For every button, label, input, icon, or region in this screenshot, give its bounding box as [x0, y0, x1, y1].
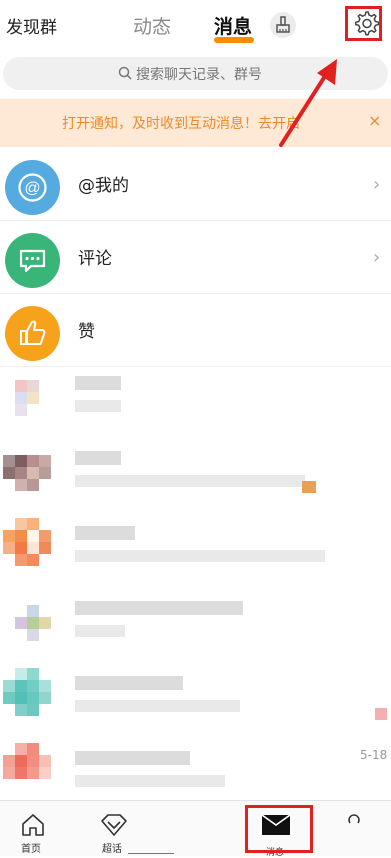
bottom-tab-bar: 首页 超话 消息 — [0, 800, 391, 858]
chevron-right-icon: › — [373, 174, 381, 195]
at-icon-circle: @ — [5, 160, 60, 215]
chat-title-blurred — [75, 376, 121, 390]
likes-row[interactable]: 赞 — [0, 293, 391, 367]
avatar — [3, 518, 63, 576]
chat-title-blurred — [75, 676, 183, 690]
search-placeholder: 搜索聊天记录、群号 — [136, 67, 262, 83]
thumbs-up-icon-circle — [5, 306, 60, 361]
comments-row[interactable]: 评论 › — [0, 220, 391, 294]
discover-groups-link[interactable]: 发现群 — [6, 13, 57, 38]
comment-icon — [19, 249, 46, 273]
tab-dongtai[interactable]: 动态 — [133, 12, 171, 39]
tab-home-label[interactable]: 首页 — [21, 840, 41, 855]
chat-list-item[interactable] — [0, 658, 391, 733]
red-arrow-annotation — [279, 59, 337, 147]
chat-list-item[interactable] — [0, 358, 391, 433]
chat-preview-blurred — [75, 775, 225, 787]
avatar — [3, 743, 63, 801]
highlight-box-messages — [245, 805, 313, 853]
diamond-icon[interactable] — [99, 813, 129, 837]
divider — [128, 853, 174, 854]
chat-list-item[interactable] — [0, 433, 391, 508]
chat-list-item[interactable]: 5-18 — [0, 733, 391, 808]
mentions-row[interactable]: @ @我的 › — [0, 147, 391, 221]
chevron-right-icon: › — [373, 247, 381, 268]
highlight-box-settings — [345, 6, 382, 41]
avatar — [3, 443, 63, 501]
top-header: 发现群 动态 消息 — [0, 0, 391, 50]
chat-list-item[interactable] — [0, 508, 391, 583]
home-icon[interactable] — [20, 813, 46, 837]
broom-icon — [276, 16, 290, 33]
at-icon: @ — [18, 173, 47, 202]
tab-chaohua-label[interactable]: 超话 — [102, 840, 122, 855]
badge-blurred — [375, 708, 387, 720]
chat-date: 5-18 — [360, 748, 388, 762]
emoji-blurred — [302, 481, 316, 493]
active-tab-indicator — [214, 37, 254, 43]
comments-label: 评论 — [78, 249, 112, 269]
avatar — [3, 593, 63, 651]
search-icon — [118, 66, 132, 80]
chat-title-blurred — [75, 751, 190, 765]
chat-title-blurred — [75, 526, 135, 540]
svg-text:@: @ — [24, 180, 40, 197]
chat-title-blurred — [75, 451, 121, 465]
avatar — [3, 668, 63, 726]
avatar — [3, 368, 63, 426]
chat-title-blurred — [75, 601, 243, 615]
chat-list-item[interactable] — [0, 583, 391, 658]
thumbs-up-icon — [20, 320, 46, 345]
close-icon[interactable]: × — [368, 111, 381, 130]
likes-label: 赞 — [78, 322, 95, 342]
chat-preview-blurred — [75, 700, 240, 712]
chat-preview-blurred — [75, 475, 305, 487]
notification-banner-text[interactable]: 打开通知，及时收到互动消息！去开启 — [62, 113, 300, 133]
chat-preview-blurred — [75, 625, 125, 637]
clear-unread-button[interactable] — [270, 12, 296, 38]
chat-preview-blurred — [75, 400, 121, 412]
comment-icon-circle — [5, 233, 60, 288]
tab-xiaoxi[interactable]: 消息 — [214, 12, 252, 39]
profile-icon[interactable] — [347, 813, 361, 827]
chat-preview-blurred — [75, 550, 325, 562]
mentions-label: @我的 — [78, 176, 129, 196]
